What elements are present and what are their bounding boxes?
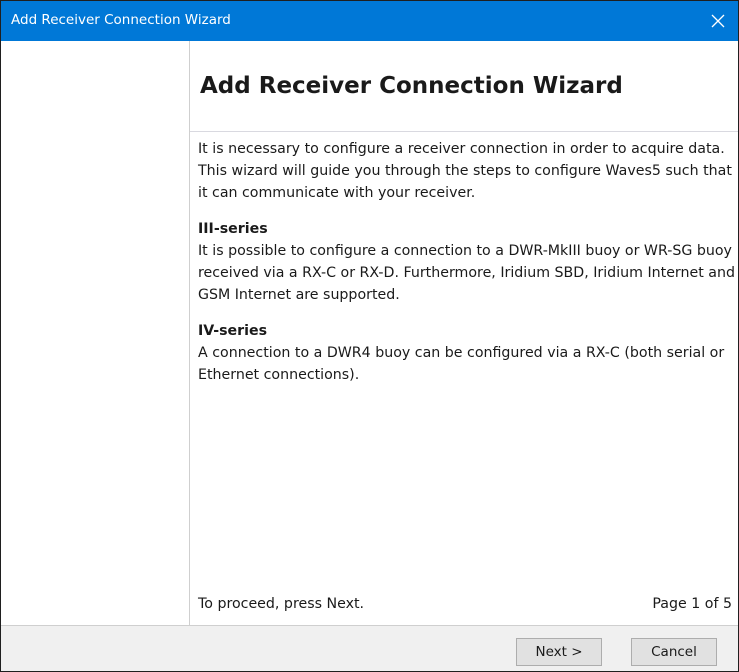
close-button[interactable] <box>698 1 738 41</box>
cancel-button[interactable]: Cancel <box>631 638 717 666</box>
header-divider <box>190 131 738 132</box>
description: It is necessary to configure a receiver … <box>198 138 738 386</box>
wizard-window: Add Receiver Connection Wizard Add Recei… <box>0 0 739 672</box>
title-bar[interactable]: Add Receiver Connection Wizard <box>1 1 738 41</box>
section-text-iv-series: A connection to a DWR4 buoy can be confi… <box>198 345 725 383</box>
section-title-iii-series: III-series <box>198 221 268 237</box>
wizard-sidebar <box>1 41 190 625</box>
page-heading: Add Receiver Connection Wizard <box>200 73 623 99</box>
page-indicator: Page 1 of 5 <box>652 596 732 612</box>
intro-paragraph: It is necessary to configure a receiver … <box>198 141 732 201</box>
proceed-hint: To proceed, press Next. <box>198 596 365 612</box>
section-title-iv-series: IV-series <box>198 323 268 339</box>
next-button[interactable]: Next > <box>516 638 602 666</box>
window-title: Add Receiver Connection Wizard <box>11 12 231 28</box>
section-text-iii-series: It is possible to configure a connection… <box>198 243 735 303</box>
close-icon <box>711 14 725 28</box>
button-bar: Next > Cancel <box>1 625 738 671</box>
wizard-content: Add Receiver Connection Wizard It is nec… <box>190 41 738 625</box>
